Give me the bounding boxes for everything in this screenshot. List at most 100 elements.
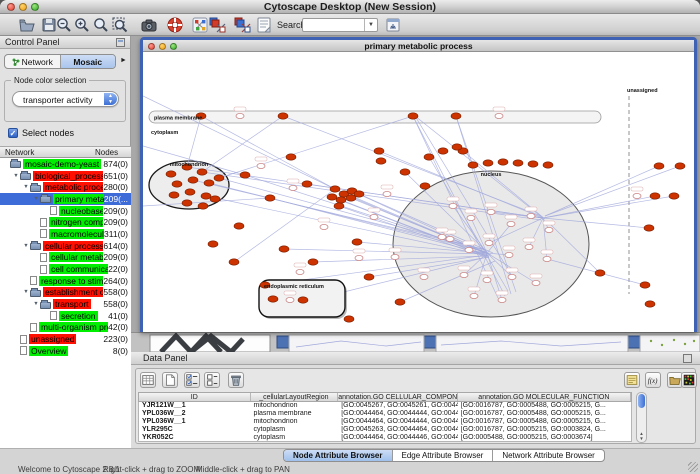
tabs-overflow-arrow-icon[interactable]: ► xyxy=(120,57,127,64)
network-node[interactable] xyxy=(370,214,378,219)
network-node[interactable] xyxy=(197,169,207,175)
network-node[interactable] xyxy=(675,163,685,169)
snapshot-camera-button[interactable] xyxy=(140,16,158,34)
select-attributes-button[interactable] xyxy=(184,372,200,388)
network-node[interactable] xyxy=(495,113,503,118)
search-input[interactable] xyxy=(304,20,364,30)
network-node[interactable] xyxy=(327,194,337,200)
expander-icon[interactable]: ▼ xyxy=(22,289,30,295)
network-node[interactable] xyxy=(182,200,192,206)
table-row[interactable]: YLR295Ccytoplasm[GO:0045263, GO:0044464,… xyxy=(139,426,631,434)
destroy-view-button[interactable] xyxy=(234,16,252,34)
background-window-icon[interactable] xyxy=(277,336,289,348)
network-node[interactable] xyxy=(508,274,516,279)
network-node[interactable] xyxy=(527,213,535,218)
plasma-membrane-region[interactable] xyxy=(149,111,601,123)
tree-row-transport[interactable]: ▼transport558(0) xyxy=(0,298,131,310)
tree-header-network[interactable]: Network xyxy=(0,147,95,157)
network-node[interactable] xyxy=(505,252,513,257)
network-node[interactable] xyxy=(487,209,495,214)
unselect-attributes-button[interactable] xyxy=(204,372,220,388)
network-node[interactable] xyxy=(640,282,650,288)
network-node[interactable] xyxy=(408,113,418,119)
network-node[interactable] xyxy=(543,256,551,261)
network-node[interactable] xyxy=(451,113,461,119)
network-node[interactable] xyxy=(336,197,346,203)
network-node[interactable] xyxy=(452,144,462,150)
zoom-selected-button[interactable] xyxy=(111,16,129,34)
network-node[interactable] xyxy=(257,163,265,168)
tree-row-establishment-of-lo[interactable]: ▼establishment of lo558(0) xyxy=(0,287,131,299)
table-row[interactable]: YPL036W__1mitochondrion[GO:0044464, GO:0… xyxy=(139,418,631,426)
tree-row-macromolecule[interactable]: macromolecule311(0) xyxy=(0,228,131,240)
network-node[interactable] xyxy=(198,203,208,209)
network-node[interactable] xyxy=(383,191,391,196)
float-panel-icon[interactable] xyxy=(116,38,125,47)
tree-row-mosaic-demo-yeast[interactable]: mosaic-demo-yeast874(0) xyxy=(0,158,131,170)
network-node[interactable] xyxy=(208,241,218,247)
table-column-header[interactable]: annotation.GO MOLECULAR_FUNCTION xyxy=(458,393,631,401)
network-node[interactable] xyxy=(650,193,660,199)
search-dropdown-arrow-icon[interactable]: ▼ xyxy=(364,19,377,31)
background-window-icon[interactable] xyxy=(628,336,640,348)
tree-header-nodes[interactable]: Nodes xyxy=(95,147,131,157)
zoom-fit-button[interactable] xyxy=(92,16,110,34)
network-node[interactable] xyxy=(513,160,523,166)
search-combobox[interactable]: ▼ xyxy=(302,18,378,32)
tree-row-primary-metabo[interactable]: ▼primary metabo209(... xyxy=(0,193,131,205)
network-node[interactable] xyxy=(467,215,475,220)
tab-mosaic[interactable]: Mosaic xyxy=(60,55,116,68)
network-node[interactable] xyxy=(485,240,493,245)
network-node[interactable] xyxy=(498,159,508,165)
table-column-header[interactable]: ID xyxy=(139,393,251,401)
tree-row-secretion[interactable]: secretion41(0) xyxy=(0,310,131,322)
network-node[interactable] xyxy=(169,192,179,198)
network-node[interactable] xyxy=(204,180,214,186)
network-node[interactable] xyxy=(166,171,176,177)
network-node[interactable] xyxy=(298,297,308,303)
scrollbar-arrows-icon[interactable]: ▲▼ xyxy=(638,431,645,441)
network-node[interactable] xyxy=(201,193,211,199)
scrollbar-thumb[interactable] xyxy=(638,394,645,408)
network-node[interactable] xyxy=(268,296,278,302)
network-node[interactable] xyxy=(279,246,289,252)
tab-network[interactable]: Network xyxy=(5,55,60,68)
data-panel-float-icon[interactable] xyxy=(683,354,692,363)
network-node[interactable] xyxy=(400,169,410,175)
open-session-button[interactable] xyxy=(18,16,36,34)
network-node[interactable] xyxy=(334,203,344,209)
delete-attribute-button[interactable] xyxy=(228,372,244,388)
network-node[interactable] xyxy=(214,175,224,181)
tree-row-unassigned[interactable]: unassigned223(0) xyxy=(0,333,131,345)
network-node[interactable] xyxy=(286,297,294,302)
tab-edge-attribute-browser[interactable]: Edge Attribute Browser xyxy=(392,450,493,461)
network-node[interactable] xyxy=(483,277,491,282)
network-node[interactable] xyxy=(483,160,493,166)
create-attribute-button[interactable] xyxy=(162,372,178,388)
tree-row-overview[interactable]: Overview8(0) xyxy=(0,345,131,357)
network-node[interactable] xyxy=(633,193,641,198)
network-node[interactable] xyxy=(595,270,605,276)
network-node[interactable] xyxy=(352,239,362,245)
expander-icon[interactable]: ▼ xyxy=(32,196,40,202)
expander-icon[interactable]: ▼ xyxy=(12,173,20,179)
network-node[interactable] xyxy=(278,113,288,119)
annotation-button[interactable] xyxy=(255,16,273,34)
network-node[interactable] xyxy=(308,259,318,265)
network-node[interactable] xyxy=(185,189,195,195)
network-node[interactable] xyxy=(644,225,654,231)
table-vertical-scrollbar[interactable]: ▲▼ xyxy=(636,392,647,443)
function-builder-button[interactable]: f(x) xyxy=(645,372,661,388)
network-node[interactable] xyxy=(234,223,244,229)
network-node[interactable] xyxy=(210,196,220,202)
zoom-in-button[interactable] xyxy=(73,16,91,34)
select-nodes-option[interactable]: ✓ Select nodes xyxy=(8,128,74,138)
network-node[interactable] xyxy=(460,272,468,277)
window-resize-grip[interactable] xyxy=(688,462,698,472)
expander-icon[interactable]: ▼ xyxy=(22,243,30,249)
zoom-out-button[interactable] xyxy=(55,16,73,34)
help-lifering-button[interactable] xyxy=(166,16,184,34)
network-node[interactable] xyxy=(240,172,250,178)
network-node[interactable] xyxy=(286,154,296,160)
network-node[interactable] xyxy=(289,185,297,190)
